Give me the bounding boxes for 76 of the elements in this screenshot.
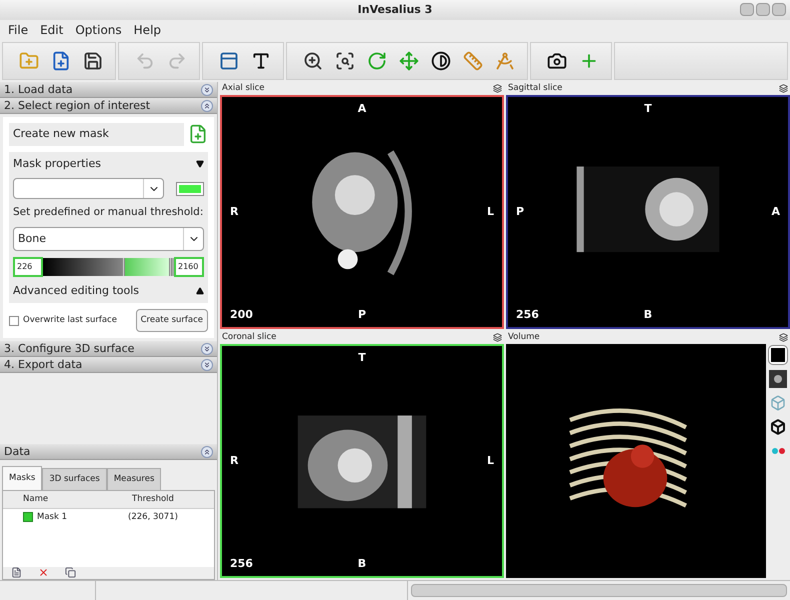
- section-header[interactable]: Data: [4, 446, 30, 457]
- tab[interactable]: Masks: [2, 466, 42, 490]
- collapse-icon[interactable]: [201, 100, 213, 112]
- orientation-label: R: [230, 452, 238, 469]
- view-icon[interactable]: [769, 418, 787, 436]
- tab[interactable]: Measures: [106, 468, 162, 490]
- orientation-label: T: [358, 350, 366, 366]
- delete-icon[interactable]: [38, 567, 49, 578]
- background-color-icon[interactable]: [769, 346, 787, 364]
- volume-viewport[interactable]: [506, 344, 766, 578]
- slice-number: 200: [230, 306, 253, 322]
- contrast-icon[interactable]: [431, 51, 451, 71]
- tab[interactable]: 3D surfaces: [42, 468, 107, 490]
- preset-dropdown[interactable]: Bone: [13, 226, 204, 251]
- save-icon[interactable]: [83, 51, 103, 71]
- slider-thumb[interactable]: [122, 258, 126, 276]
- slider-thumb[interactable]: [169, 258, 172, 276]
- expand-triangle-icon[interactable]: [196, 287, 204, 295]
- orientation-label: A: [771, 204, 780, 220]
- zoom-region-icon[interactable]: [335, 51, 355, 71]
- max-threshold-field[interactable]: 2160: [174, 256, 204, 277]
- slice-number: 256: [516, 306, 539, 322]
- min-threshold-field[interactable]: 226: [13, 256, 43, 277]
- orientation-label: R: [230, 204, 238, 220]
- duplicate-icon[interactable]: [65, 567, 76, 578]
- threshold-label: Set predefined or manual threshold:: [13, 205, 204, 220]
- new-item-icon[interactable]: [11, 567, 22, 578]
- render-preset-icon[interactable]: [769, 370, 787, 388]
- orientation-label: P: [358, 306, 366, 322]
- column-header[interactable]: Name: [3, 492, 113, 506]
- viewport-title: Volume: [508, 331, 540, 344]
- orientation-label: A: [358, 101, 366, 117]
- column-header[interactable]: Threshold: [113, 492, 193, 506]
- expand-icon[interactable]: [201, 342, 213, 354]
- window-title: InVesalius 3: [358, 2, 432, 18]
- orientation-label: P: [516, 204, 524, 220]
- orientation-label: L: [486, 204, 494, 220]
- rotate-icon[interactable]: [367, 51, 387, 71]
- overwrite-checkbox[interactable]: [9, 316, 19, 326]
- table-cell-text: (226, 3071): [127, 510, 179, 524]
- slice-viewport[interactable]: A R L 200 P: [220, 95, 504, 329]
- viewport-title: Axial slice: [222, 82, 265, 95]
- expand-icon[interactable]: [201, 84, 213, 96]
- orientation-label: B: [358, 556, 366, 572]
- mask-dropdown[interactable]: [13, 178, 164, 199]
- menu-item[interactable]: Help: [134, 21, 162, 39]
- move-icon[interactable]: [399, 51, 419, 71]
- orientation-label: B: [644, 306, 652, 322]
- compass-icon[interactable]: [495, 51, 515, 71]
- collapse-triangle-icon[interactable]: [196, 160, 204, 168]
- slice-viewport[interactable]: T R L 256 B: [220, 344, 504, 578]
- camera-icon[interactable]: [547, 51, 567, 71]
- text-icon[interactable]: [251, 51, 271, 71]
- table-cell: Mask 1: [37, 510, 68, 524]
- new-mask-icon[interactable]: [188, 124, 208, 144]
- mask-properties-label: Mask properties: [13, 156, 101, 172]
- create-surface-button[interactable]: Create surface: [136, 309, 208, 332]
- collapse-icon[interactable]: [201, 446, 213, 458]
- window-layout-icon[interactable]: [219, 51, 239, 71]
- viewport-title: Coronal slice: [222, 331, 276, 344]
- menu-item[interactable]: Edit: [40, 21, 64, 39]
- expand-icon[interactable]: [201, 358, 213, 370]
- orientation-label: L: [486, 452, 494, 469]
- slice-number: 256: [230, 556, 253, 572]
- viewport-title: Sagittal slice: [508, 82, 562, 95]
- menu-item[interactable]: Options: [75, 21, 122, 39]
- orientation-label: T: [644, 101, 652, 117]
- ruler-icon[interactable]: [463, 51, 483, 71]
- slice-viewport[interactable]: T P A 256 B: [506, 95, 790, 329]
- import-file-icon[interactable]: [51, 51, 71, 71]
- create-mask-label: Create new mask: [9, 123, 184, 146]
- advanced-tools-label: Advanced editing tools: [13, 282, 140, 299]
- menu-item[interactable]: File: [8, 21, 28, 39]
- overwrite-label: Overwrite last surface: [23, 314, 117, 327]
- mask-color-swatch[interactable]: [176, 182, 204, 196]
- zoom-icon[interactable]: [303, 51, 323, 71]
